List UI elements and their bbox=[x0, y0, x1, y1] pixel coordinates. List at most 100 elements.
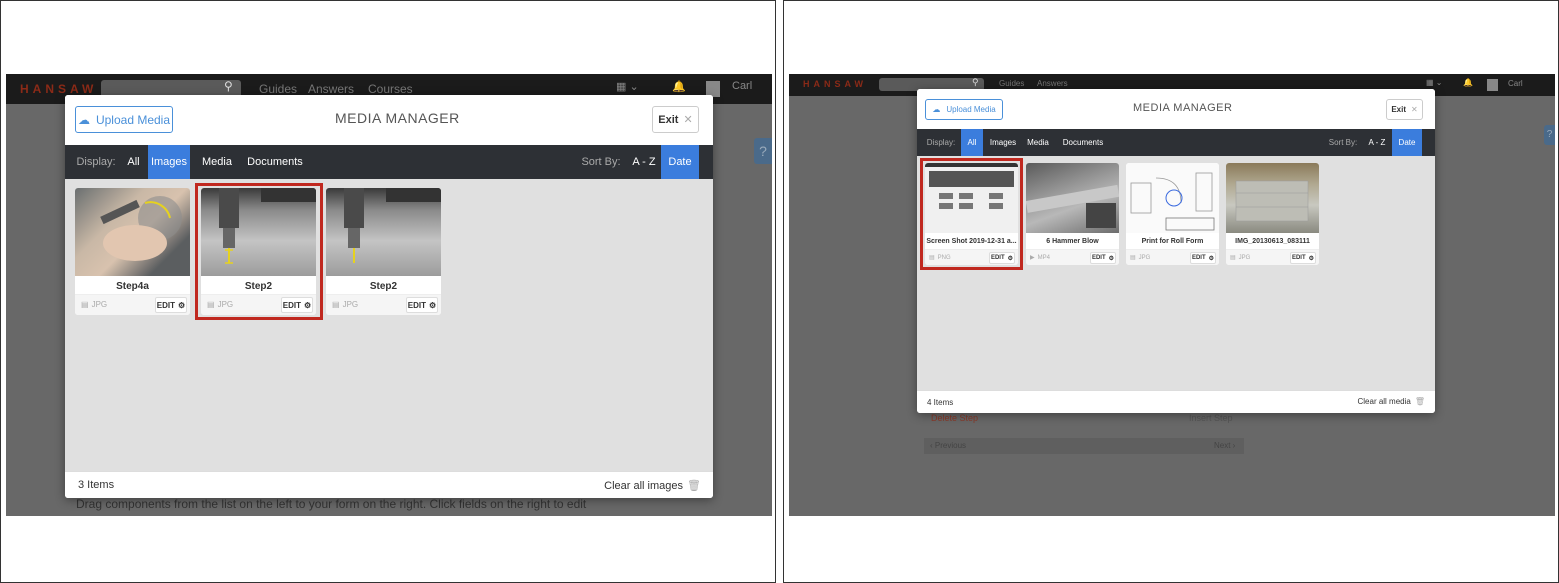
filter-images[interactable]: Images bbox=[148, 145, 190, 179]
site-logo[interactable]: HANSAW bbox=[20, 82, 97, 96]
thumbnail-image[interactable] bbox=[1126, 163, 1219, 233]
sort-date[interactable]: Date bbox=[661, 145, 699, 179]
clear-all-button[interactable]: Clear all images 🗑 bbox=[604, 479, 701, 493]
edit-button[interactable]: EDIT ⚙ bbox=[1190, 252, 1216, 264]
help-button[interactable]: ? bbox=[1544, 125, 1555, 145]
upload-media-button[interactable]: ☁ Upload Media bbox=[925, 99, 1003, 120]
filter-images[interactable]: Images bbox=[987, 129, 1019, 156]
language-icon[interactable]: ▦ ⌄ bbox=[1426, 78, 1442, 87]
nav-guides[interactable]: Guides bbox=[259, 82, 297, 96]
video-type-icon: ▶ MP4 bbox=[1030, 254, 1050, 262]
avatar[interactable] bbox=[1487, 79, 1498, 91]
media-card[interactable]: Step2 ▤ JPG EDIT ⚙ bbox=[326, 188, 441, 315]
media-card[interactable]: Step4a ▤ JPG EDIT ⚙ bbox=[75, 188, 190, 315]
thumbnail-image[interactable] bbox=[326, 188, 441, 276]
gear-icon: ⚙ bbox=[1308, 255, 1315, 262]
insert-step-button[interactable]: Insert Step bbox=[1189, 413, 1233, 423]
card-footer: ▶ MP4 EDIT ⚙ bbox=[1026, 249, 1119, 265]
step-navigation: ‹ Previous Next › bbox=[924, 438, 1244, 454]
close-icon: ✕ bbox=[683, 114, 693, 126]
selection-highlight bbox=[195, 183, 323, 320]
card-footer: ▤ JPG EDIT ⚙ bbox=[1126, 249, 1219, 265]
modal-header: ☁ Upload Media MEDIA MANAGER Exit ✕ bbox=[65, 95, 713, 144]
media-name: Step4a bbox=[116, 281, 149, 292]
trash-icon: 🗑 bbox=[687, 480, 701, 492]
exit-button[interactable]: Exit ✕ bbox=[1386, 99, 1423, 120]
media-manager-modal: ☁ Upload Media MEDIA MANAGER Exit ✕ Disp… bbox=[65, 95, 713, 498]
delete-step-button[interactable]: Delete Step bbox=[931, 413, 978, 423]
next-button[interactable]: Next › bbox=[1214, 441, 1235, 450]
edit-button[interactable]: EDIT ⚙ bbox=[155, 297, 187, 313]
filter-documents[interactable]: Documents bbox=[243, 145, 307, 179]
screenshot-left: HANSAW ⚲ Guides Answers Courses ▦ ⌄ 🔔 Ca… bbox=[6, 74, 772, 516]
search-icon[interactable]: ⚲ bbox=[972, 77, 979, 88]
image-type-icon: ▤ JPG bbox=[332, 300, 359, 309]
nav-guides[interactable]: Guides bbox=[999, 79, 1024, 88]
nav-answers[interactable]: Answers bbox=[308, 82, 354, 96]
machine-illustration bbox=[344, 188, 441, 263]
gear-icon: ⚙ bbox=[178, 300, 186, 310]
filter-media[interactable]: Media bbox=[198, 145, 236, 179]
gear-icon: ⚙ bbox=[1108, 255, 1115, 262]
sort-az[interactable]: A - Z bbox=[628, 145, 660, 179]
thumbnail-image[interactable] bbox=[1026, 163, 1119, 233]
exit-label: Exit bbox=[1391, 105, 1406, 114]
filter-bar: Display: All Images Media Documents Sort… bbox=[917, 129, 1435, 156]
sort-label: Sort By: bbox=[1328, 138, 1358, 147]
image-type-icon: ▤ JPG bbox=[1130, 254, 1151, 262]
search-icon[interactable]: ⚲ bbox=[224, 79, 233, 93]
notification-bell-icon[interactable]: 🔔 bbox=[672, 80, 686, 93]
user-name[interactable]: Carl bbox=[732, 80, 752, 92]
filter-all[interactable]: All bbox=[961, 129, 983, 156]
image-type-icon: ▤ JPG bbox=[81, 300, 108, 309]
display-label: Display: bbox=[76, 156, 116, 168]
user-name[interactable]: Carl bbox=[1508, 79, 1523, 88]
edit-button[interactable]: EDIT ⚙ bbox=[406, 297, 438, 313]
modal-footer: 4 Items Clear all media 🗑 bbox=[917, 390, 1435, 413]
warehouse-illustration bbox=[1235, 180, 1309, 222]
gear-icon: ⚙ bbox=[429, 300, 437, 310]
edit-label: EDIT bbox=[1291, 255, 1306, 261]
right-panel: HANSAW ⚲ Guides Answers ▦ ⌄ 🔔 Carl ? Del… bbox=[783, 0, 1559, 583]
media-type: MP4 bbox=[1037, 254, 1050, 261]
help-button[interactable]: ? bbox=[754, 138, 772, 164]
sort-date[interactable]: Date bbox=[1392, 129, 1422, 156]
edit-button[interactable]: EDIT ⚙ bbox=[1090, 252, 1116, 264]
filter-all[interactable]: All bbox=[120, 145, 147, 179]
upload-media-label: Upload Media bbox=[946, 105, 996, 114]
filter-documents[interactable]: Documents bbox=[1058, 129, 1108, 156]
notification-bell-icon[interactable]: 🔔 bbox=[1463, 78, 1473, 87]
site-logo[interactable]: HANSAW bbox=[803, 79, 867, 89]
edit-label: EDIT bbox=[156, 300, 176, 310]
media-card[interactable]: 6 Hammer Blow ▶ MP4 EDIT ⚙ bbox=[1026, 163, 1119, 265]
media-type: JPG bbox=[342, 300, 359, 309]
nav-courses[interactable]: Courses bbox=[368, 82, 413, 96]
media-card[interactable]: Print for Roll Form ▤ JPG EDIT ⚙ bbox=[1126, 163, 1219, 265]
sort-label: Sort By: bbox=[581, 156, 621, 168]
exit-button[interactable]: Exit ✕ bbox=[652, 106, 699, 133]
language-icon[interactable]: ▦ ⌄ bbox=[616, 80, 639, 93]
drawing-illustration bbox=[1130, 172, 1215, 231]
media-manager-modal: ☁ Upload Media MEDIA MANAGER Exit ✕ Disp… bbox=[917, 89, 1435, 413]
gear-icon: ⚙ bbox=[1208, 255, 1215, 262]
factory-illustration bbox=[1026, 184, 1119, 228]
item-count: 3 Items bbox=[78, 479, 115, 491]
card-footer: ▤ JPG EDIT ⚙ bbox=[326, 294, 441, 315]
clear-all-button[interactable]: Clear all media 🗑 bbox=[1357, 397, 1425, 406]
display-label: Display: bbox=[926, 138, 956, 147]
cloud-upload-icon: ☁ bbox=[77, 112, 90, 127]
instruction-text: Drag components from the list on the lef… bbox=[76, 497, 587, 511]
edit-button[interactable]: EDIT ⚙ bbox=[1290, 252, 1316, 264]
filter-media[interactable]: Media bbox=[1023, 129, 1053, 156]
media-type: JPG bbox=[1238, 254, 1251, 261]
exit-label: Exit bbox=[658, 113, 679, 126]
media-name: Print for Roll Form bbox=[1141, 238, 1204, 245]
sort-az[interactable]: A - Z bbox=[1364, 129, 1390, 156]
nav-answers[interactable]: Answers bbox=[1037, 79, 1068, 88]
thumbnail-image[interactable] bbox=[1226, 163, 1319, 233]
upload-media-button[interactable]: ☁ Upload Media bbox=[75, 106, 173, 133]
previous-button[interactable]: ‹ Previous bbox=[930, 441, 966, 450]
thumbnail-image[interactable] bbox=[75, 188, 190, 276]
media-card[interactable]: IMG_20130613_083111 ▤ JPG EDIT ⚙ bbox=[1226, 163, 1319, 265]
item-count: 4 Items bbox=[927, 398, 954, 407]
